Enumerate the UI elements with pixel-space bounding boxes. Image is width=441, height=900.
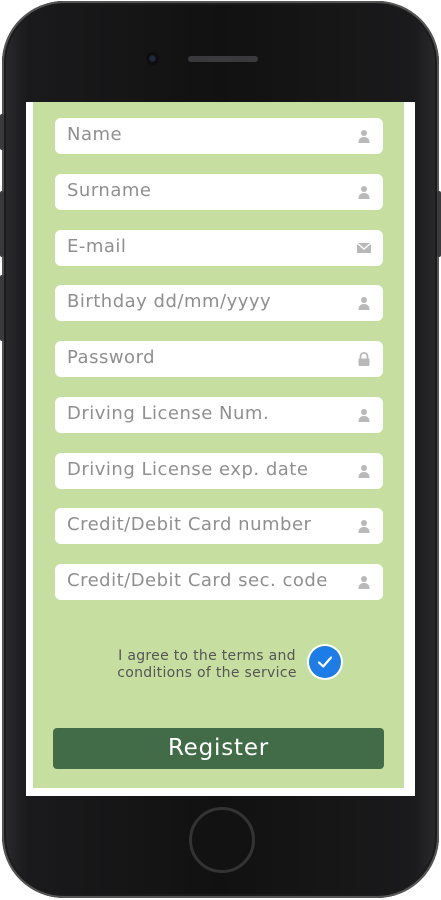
screen: Name Surname E-mail Birthday dd/mm/yyyy … <box>26 102 415 796</box>
register-button[interactable]: Register <box>53 728 384 769</box>
driving-license-number-placeholder: Driving License Num. <box>67 403 270 424</box>
checkmark-icon <box>317 656 333 668</box>
name-field[interactable]: Name <box>55 118 383 154</box>
earpiece-speaker <box>188 56 258 62</box>
email-field[interactable]: E-mail <box>55 230 383 266</box>
person-icon <box>358 130 370 143</box>
mute-switch <box>0 114 4 150</box>
surname-placeholder: Surname <box>67 180 152 201</box>
card-security-code-field[interactable]: Credit/Debit Card sec. code <box>55 564 383 600</box>
front-camera <box>146 52 159 65</box>
registration-panel: Name Surname E-mail Birthday dd/mm/yyyy … <box>33 102 404 788</box>
person-icon <box>358 576 370 589</box>
volume-down-button <box>0 275 4 341</box>
person-icon <box>358 297 370 310</box>
birthday-field[interactable]: Birthday dd/mm/yyyy <box>55 285 383 321</box>
person-icon <box>358 465 370 478</box>
person-icon <box>358 520 370 533</box>
birthday-placeholder: Birthday dd/mm/yyyy <box>67 291 272 312</box>
driving-license-exp-date-field[interactable]: Driving License exp. date <box>55 453 383 489</box>
password-placeholder: Password <box>67 347 156 368</box>
person-icon <box>358 409 370 422</box>
email-placeholder: E-mail <box>67 236 127 257</box>
card-security-code-placeholder: Credit/Debit Card sec. code <box>67 570 328 591</box>
card-number-placeholder: Credit/Debit Card number <box>67 514 312 535</box>
name-placeholder: Name <box>67 124 123 145</box>
volume-up-button <box>0 191 4 257</box>
driving-license-exp-date-placeholder: Driving License exp. date <box>67 459 309 480</box>
password-field[interactable]: Password <box>55 341 383 377</box>
envelope-icon <box>357 242 371 253</box>
driving-license-number-field[interactable]: Driving License Num. <box>55 397 383 433</box>
surname-field[interactable]: Surname <box>55 174 383 210</box>
home-button[interactable] <box>189 807 255 873</box>
terms-agreement-checkbox[interactable] <box>309 646 341 678</box>
lock-icon <box>358 352 370 366</box>
power-button <box>437 191 441 257</box>
terms-agreement-label: I agree to the terms and conditions of t… <box>117 648 297 681</box>
person-icon <box>358 186 370 199</box>
card-number-field[interactable]: Credit/Debit Card number <box>55 508 383 544</box>
